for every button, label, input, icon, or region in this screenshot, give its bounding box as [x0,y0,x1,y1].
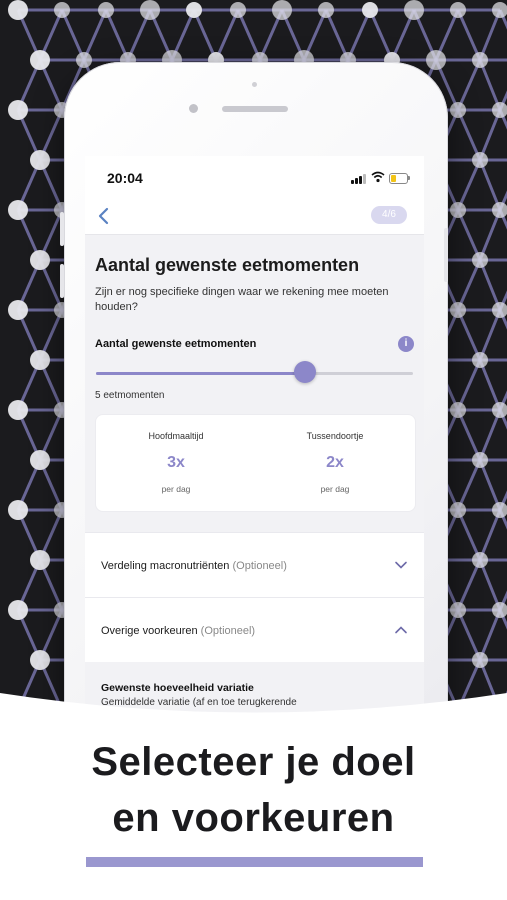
headline-line-1: Selecteer je doel [91,740,416,784]
marketing-headline: Selecteer je doel en voorkeuren [0,734,507,846]
headline-line-2: en voorkeuren [112,796,395,840]
accent-underline [86,857,423,867]
